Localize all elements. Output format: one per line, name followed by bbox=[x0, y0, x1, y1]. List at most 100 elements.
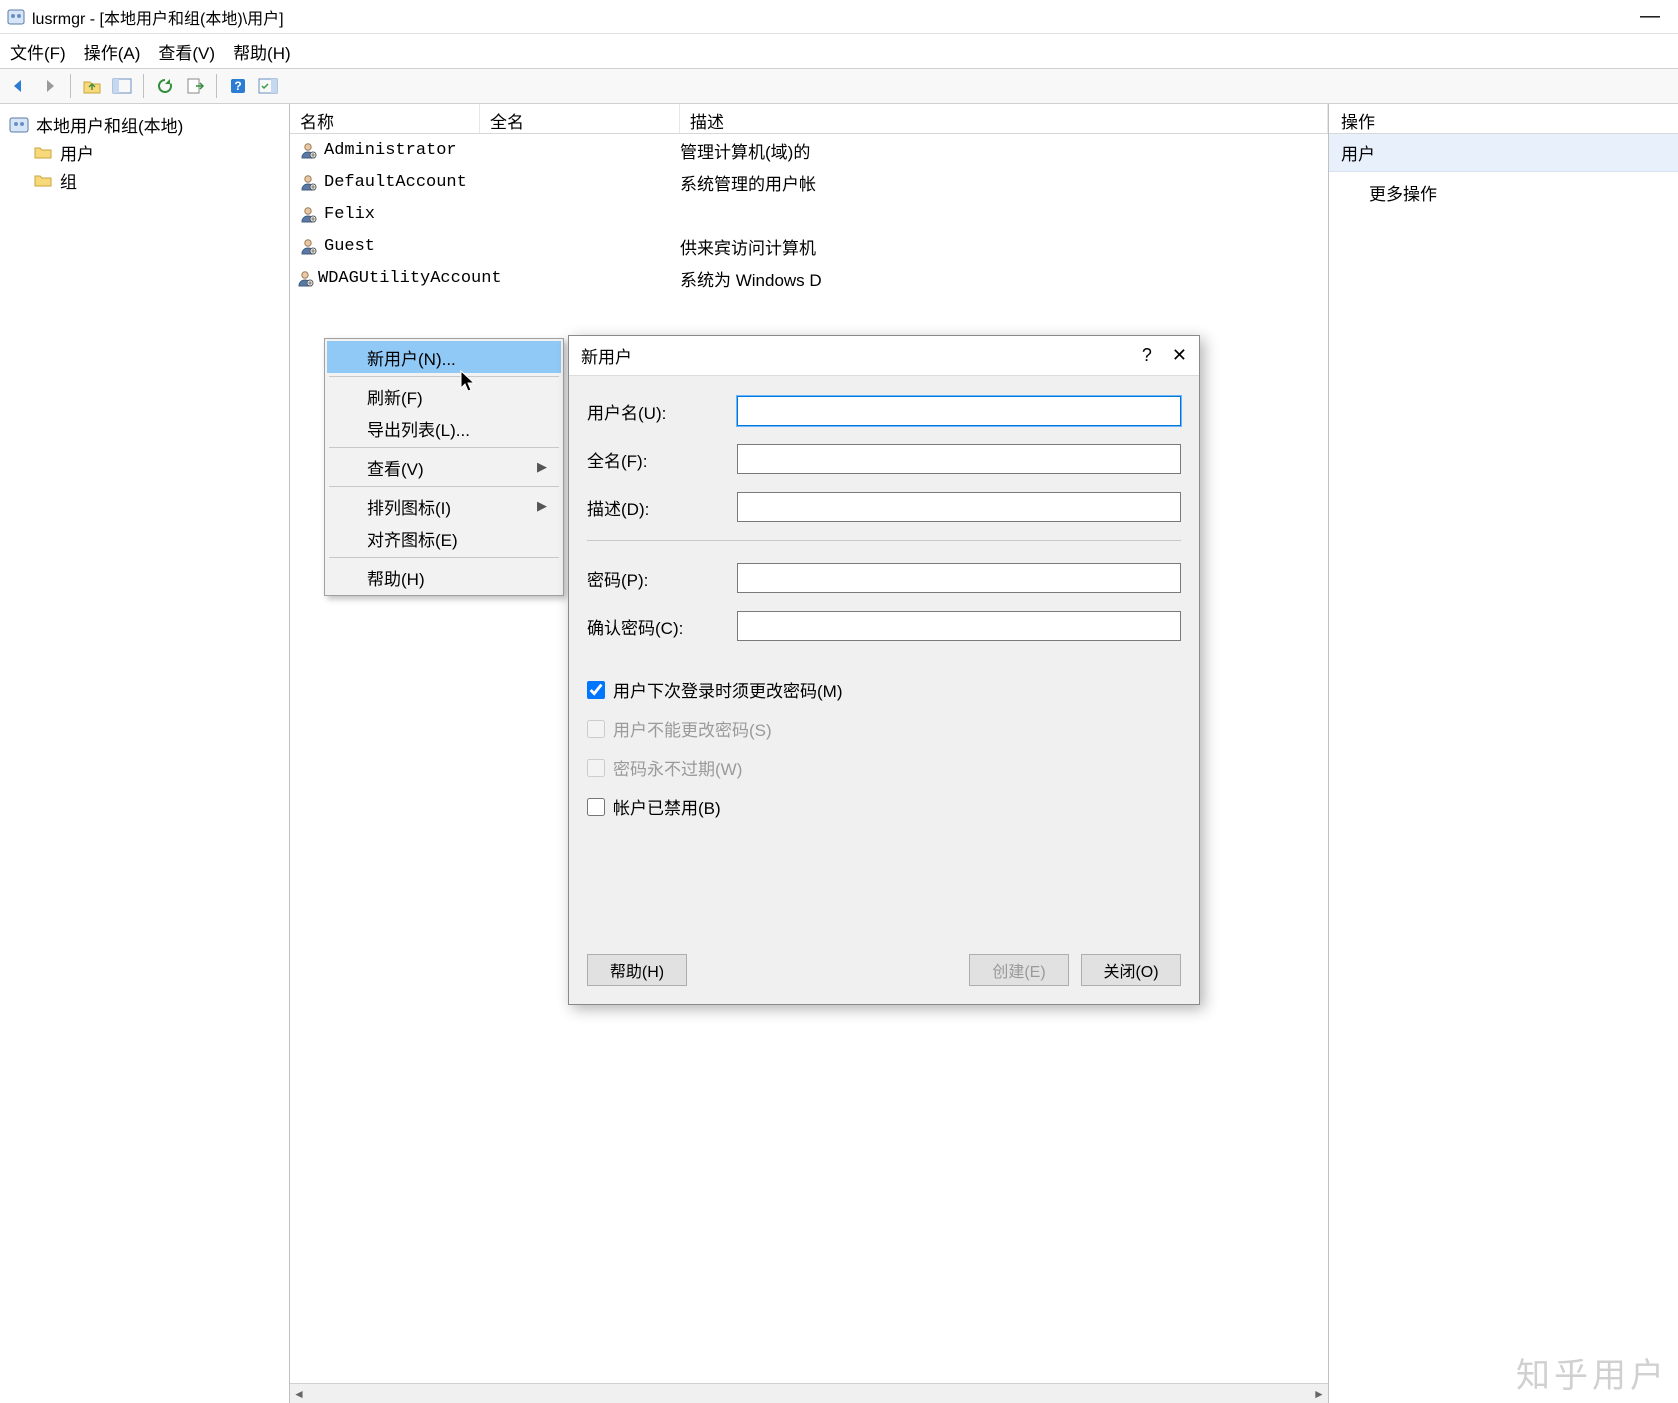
refresh-button[interactable] bbox=[152, 73, 178, 99]
dialog-buttons: 帮助(H) 创建(E) 关闭(O) bbox=[569, 942, 1199, 1004]
cm-export-label: 导出列表(L)... bbox=[367, 416, 470, 441]
cm-help[interactable]: 帮助(H) bbox=[327, 561, 561, 593]
up-folder-button[interactable] bbox=[79, 73, 105, 99]
window-title: lusrmgr - [本地用户和组(本地)\用户] bbox=[32, 5, 1628, 29]
user-desc: 系统为 Windows D bbox=[680, 266, 1328, 291]
user-icon bbox=[296, 140, 320, 160]
tree-groups-label: 组 bbox=[60, 168, 77, 193]
user-row[interactable]: WDAGUtilityAccount 系统为 Windows D bbox=[290, 262, 1328, 294]
menu-bar: 文件(F) 操作(A) 查看(V) 帮助(H) bbox=[0, 34, 1678, 68]
cm-align[interactable]: 对齐图标(E) bbox=[327, 522, 561, 554]
cm-separator bbox=[329, 376, 559, 377]
cm-refresh[interactable]: 刷新(F) bbox=[327, 380, 561, 412]
back-button[interactable] bbox=[6, 73, 32, 99]
actions-more[interactable]: 更多操作 bbox=[1329, 172, 1678, 213]
list-header: 名称 全名 描述 bbox=[290, 104, 1328, 134]
cm-separator bbox=[329, 557, 559, 558]
col-header-desc[interactable]: 描述 bbox=[680, 104, 1328, 133]
toolbar-separator bbox=[216, 74, 217, 98]
dialog-close-button[interactable]: ✕ bbox=[1172, 345, 1187, 366]
user-name: WDAGUtilityAccount bbox=[318, 269, 502, 288]
tree-root[interactable]: 本地用户和组(本地) bbox=[4, 110, 285, 138]
menu-action[interactable]: 操作(A) bbox=[84, 39, 141, 64]
toolbar-separator bbox=[70, 74, 71, 98]
toolbar-separator bbox=[143, 74, 144, 98]
folder-icon bbox=[32, 170, 54, 190]
menu-help[interactable]: 帮助(H) bbox=[233, 39, 291, 64]
user-icon bbox=[296, 236, 320, 256]
chk-cannot-change-label: 用户不能更改密码(S) bbox=[613, 716, 772, 741]
user-icon bbox=[296, 204, 320, 224]
username-label: 用户名(U): bbox=[587, 399, 737, 424]
tree-panel: 本地用户和组(本地) 用户 组 bbox=[0, 104, 290, 1403]
minimize-button[interactable]: — bbox=[1628, 5, 1672, 28]
user-row[interactable]: Felix bbox=[290, 198, 1328, 230]
users-groups-icon bbox=[8, 114, 30, 134]
user-desc: 管理计算机(域)的 bbox=[680, 138, 1328, 163]
dialog-title: 新用户 bbox=[581, 343, 1142, 368]
help-button[interactable]: ? bbox=[225, 73, 251, 99]
fullname-label: 全名(F): bbox=[587, 447, 737, 472]
chk-cannot-change bbox=[587, 720, 605, 738]
user-row[interactable]: Administrator 管理计算机(域)的 bbox=[290, 134, 1328, 166]
show-actions-button[interactable] bbox=[255, 73, 281, 99]
cm-view[interactable]: 查看(V)▶ bbox=[327, 451, 561, 483]
actions-panel: 操作 用户 更多操作 bbox=[1328, 104, 1678, 1403]
svg-text:?: ? bbox=[234, 79, 241, 93]
username-input[interactable] bbox=[737, 396, 1181, 426]
user-name: DefaultAccount bbox=[324, 173, 467, 192]
dialog-help-button[interactable]: ? bbox=[1142, 345, 1152, 366]
cm-arrange[interactable]: 排列图标(I)▶ bbox=[327, 490, 561, 522]
col-header-fullname[interactable]: 全名 bbox=[480, 104, 680, 133]
user-name: Administrator bbox=[324, 141, 457, 160]
cm-new-user[interactable]: 新用户(N)... bbox=[327, 341, 561, 373]
scroll-right-icon[interactable]: ► bbox=[1310, 1387, 1328, 1401]
actions-section-users[interactable]: 用户 bbox=[1329, 134, 1678, 172]
user-name: Felix bbox=[324, 205, 375, 224]
chk-never-expire-label: 密码永不过期(W) bbox=[613, 755, 742, 780]
actions-more-label: 更多操作 bbox=[1369, 185, 1437, 204]
user-icon bbox=[296, 172, 320, 192]
chk-disabled-label: 帐户已禁用(B) bbox=[613, 794, 721, 819]
cm-refresh-label: 刷新(F) bbox=[367, 384, 423, 409]
desc-input[interactable] bbox=[737, 492, 1181, 522]
chk-disabled[interactable] bbox=[587, 798, 605, 816]
divider bbox=[587, 540, 1181, 541]
scroll-left-icon[interactable]: ◄ bbox=[290, 1387, 308, 1401]
cm-export[interactable]: 导出列表(L)... bbox=[327, 412, 561, 444]
user-row[interactable]: DefaultAccount系统管理的用户帐 bbox=[290, 166, 1328, 198]
confirm-label: 确认密码(C): bbox=[587, 614, 737, 639]
col-header-name[interactable]: 名称 bbox=[290, 104, 480, 133]
chk-must-change-label: 用户下次登录时须更改密码(M) bbox=[613, 677, 842, 702]
dialog-close-btn[interactable]: 关闭(O) bbox=[1081, 954, 1181, 986]
title-bar: lusrmgr - [本地用户和组(本地)\用户] — bbox=[0, 0, 1678, 34]
toolbar: ? bbox=[0, 68, 1678, 104]
cm-separator bbox=[329, 486, 559, 487]
forward-button[interactable] bbox=[36, 73, 62, 99]
cm-view-label: 查看(V) bbox=[367, 455, 424, 480]
actions-header: 操作 bbox=[1329, 104, 1678, 134]
cm-align-label: 对齐图标(E) bbox=[367, 526, 458, 551]
password-label: 密码(P): bbox=[587, 566, 737, 591]
cm-new-user-label: 新用户(N)... bbox=[367, 345, 456, 370]
tree-users[interactable]: 用户 bbox=[4, 138, 285, 166]
app-icon bbox=[6, 7, 26, 27]
menu-file[interactable]: 文件(F) bbox=[10, 39, 66, 64]
user-name: Guest bbox=[324, 237, 375, 256]
chk-must-change[interactable] bbox=[587, 681, 605, 699]
password-input[interactable] bbox=[737, 563, 1181, 593]
tree-groups[interactable]: 组 bbox=[4, 166, 285, 194]
menu-view[interactable]: 查看(V) bbox=[158, 39, 215, 64]
user-desc: 供来宾访问计算机 bbox=[680, 234, 1328, 259]
export-list-button[interactable] bbox=[182, 73, 208, 99]
fullname-input[interactable] bbox=[737, 444, 1181, 474]
dialog-titlebar: 新用户 ? ✕ bbox=[569, 336, 1199, 376]
context-menu: 新用户(N)... 刷新(F) 导出列表(L)... 查看(V)▶ 排列图标(I… bbox=[324, 338, 564, 596]
show-hide-tree-button[interactable] bbox=[109, 73, 135, 99]
tree-users-label: 用户 bbox=[60, 140, 94, 165]
user-row[interactable]: Guest 供来宾访问计算机 bbox=[290, 230, 1328, 262]
dialog-create-btn[interactable]: 创建(E) bbox=[969, 954, 1069, 986]
confirm-input[interactable] bbox=[737, 611, 1181, 641]
horizontal-scrollbar[interactable]: ◄ ► bbox=[290, 1383, 1328, 1403]
dialog-help-btn[interactable]: 帮助(H) bbox=[587, 954, 687, 986]
